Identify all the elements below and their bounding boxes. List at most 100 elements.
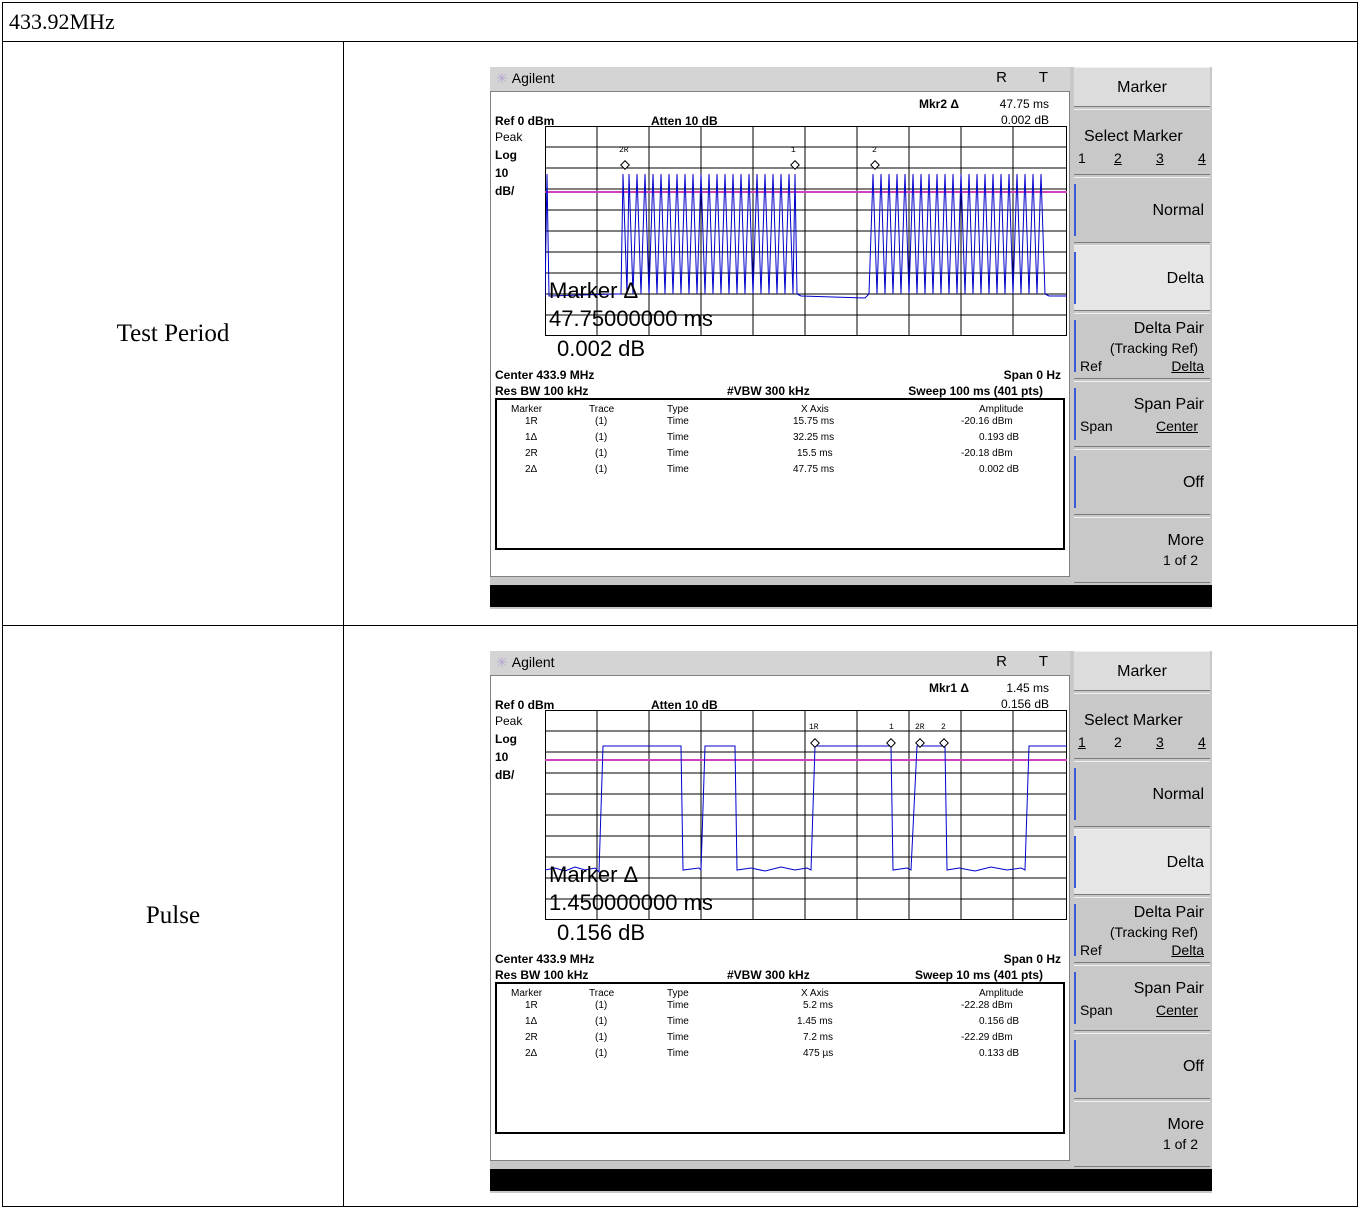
bracket-icon	[1074, 836, 1079, 888]
scale-unit: dB/	[495, 184, 515, 198]
marker-readout-time: 47.75 ms	[999, 97, 1049, 111]
delta-pair-button[interactable]: Delta Pair (Tracking Ref) Ref Delta	[1074, 313, 1210, 379]
table-row: 1R (1) Time 5.2 ms -22.28 dBm	[497, 1000, 1063, 1016]
bracket-icon	[1074, 320, 1079, 372]
cell-trace: (1)	[595, 1032, 608, 1043]
span-value: Span 0 Hz	[1003, 368, 1061, 382]
cell-type: Time	[667, 432, 689, 443]
status-bar	[490, 1169, 1212, 1191]
cell-amplitude: 0.156 dB	[979, 1016, 1020, 1027]
select-marker-4: 4	[1198, 150, 1206, 166]
cell-marker: 1R	[525, 1000, 538, 1011]
normal-label: Normal	[1152, 202, 1204, 219]
analyzer-title-bar: ✳ Agilent R T	[490, 651, 1070, 675]
select-marker-button[interactable]: Select Marker 1 2 3 4	[1074, 109, 1210, 175]
cell-amplitude: 0.133 dB	[979, 1048, 1020, 1059]
softkey-menu-title: Marker	[1074, 651, 1210, 691]
ref-label: Ref	[1080, 942, 1102, 958]
bracket-icon	[1074, 1040, 1079, 1092]
marker-2r: 2R	[619, 146, 630, 170]
softkey-panel: Marker Select Marker 1 2 3 4 Normal Delt…	[1074, 67, 1212, 583]
cell-type: Time	[667, 1048, 689, 1059]
normal-button[interactable]: Normal	[1074, 177, 1210, 243]
select-marker-1: 1	[1078, 734, 1086, 750]
off-label: Off	[1182, 474, 1204, 491]
delta-button[interactable]: Delta	[1074, 829, 1210, 895]
sweep-time: Sweep 100 ms (401 pts)	[908, 384, 1043, 398]
center-label: Center	[1155, 1002, 1198, 1018]
delta-label: Delta	[1166, 270, 1204, 287]
overlay-marker-time: 47.75000000 ms	[549, 306, 713, 331]
resolution-bandwidth: Res BW 100 kHz	[495, 384, 589, 398]
normal-button[interactable]: Normal	[1074, 761, 1210, 827]
marker-2-label: 2	[941, 723, 946, 732]
softkey-panel: Marker Select Marker 1 2 3 4 Normal Delt…	[1074, 651, 1212, 1167]
cell-marker: 2R	[525, 1032, 538, 1043]
scale-type: Log	[495, 732, 517, 746]
span-label: Span	[1080, 418, 1113, 434]
delta-button[interactable]: Delta	[1074, 245, 1210, 311]
col-type: Type	[667, 988, 689, 999]
bracket-icon	[1074, 184, 1079, 236]
bracket-icon	[1074, 972, 1079, 1024]
cell-type: Time	[667, 1016, 689, 1027]
scale-type: Log	[495, 148, 517, 162]
col-trace: Trace	[589, 404, 615, 415]
cell-marker: 1Δ	[525, 432, 538, 443]
cell-x-axis: 5.2 ms	[803, 1000, 834, 1011]
off-button[interactable]: Off	[1074, 1033, 1210, 1099]
cell-x-axis: 15.75 ms	[793, 416, 835, 427]
bracket-icon	[1074, 768, 1079, 820]
overlay-marker-amplitude: 0.002 dB	[557, 336, 646, 361]
span-pair-label: Span Pair	[1133, 396, 1204, 413]
marker-1r: 1R	[809, 723, 820, 748]
delta-sub-label: Delta	[1171, 358, 1204, 374]
marker-table: Marker Trace Type X Axis Amplitude 1R (1…	[495, 982, 1065, 1134]
cell-trace: (1)	[595, 448, 608, 459]
col-marker: Marker	[511, 988, 543, 999]
select-marker-4: 4	[1198, 734, 1206, 750]
col-x-axis: X Axis	[801, 404, 829, 415]
graticule-grid	[545, 710, 1067, 920]
cell-amplitude: -22.29 dBm	[961, 1032, 1013, 1043]
cell-amplitude: -20.16 dBm	[961, 416, 1013, 427]
delta-pair-button[interactable]: Delta Pair (Tracking Ref) Ref Delta	[1074, 897, 1210, 963]
rt-indicator: R T	[996, 653, 1062, 670]
overlay-marker-title: Marker Δ	[549, 278, 639, 303]
span-pair-button[interactable]: Span Pair Span Center	[1074, 965, 1210, 1031]
cell-marker: 2Δ	[525, 464, 538, 475]
normal-label: Normal	[1152, 786, 1204, 803]
select-marker-3: 3	[1156, 734, 1164, 750]
off-label: Off	[1182, 1058, 1204, 1075]
col-marker: Marker	[511, 404, 543, 415]
cell-trace: (1)	[595, 416, 608, 427]
cell-trace: (1)	[595, 1048, 608, 1059]
more-page-label: 1 of 2	[1162, 1136, 1198, 1152]
col-amplitude: Amplitude	[979, 988, 1024, 999]
more-button[interactable]: More 1 of 2	[1074, 1101, 1210, 1167]
cell-x-axis: 1.45 ms	[797, 1016, 833, 1027]
span-pair-button[interactable]: Span Pair Span Center	[1074, 381, 1210, 447]
cell-amplitude: 0.002 dB	[979, 464, 1020, 475]
more-button[interactable]: More 1 of 2	[1074, 517, 1210, 583]
cell-trace: (1)	[595, 464, 608, 475]
marker-1r-label: 1R	[809, 723, 819, 732]
cell-type: Time	[667, 1032, 689, 1043]
col-trace: Trace	[589, 988, 615, 999]
col-type: Type	[667, 404, 689, 415]
off-button[interactable]: Off	[1074, 449, 1210, 515]
table-row: 1Δ (1) Time 1.45 ms 0.156 dB	[497, 1016, 1063, 1032]
col-x-axis: X Axis	[801, 988, 829, 999]
marker-readout-amplitude: 0.002 dB	[1000, 113, 1049, 127]
marker-2-label: 2	[872, 146, 877, 155]
video-bandwidth: #VBW 300 kHz	[727, 384, 810, 398]
agilent-logo-icon: ✳	[496, 70, 508, 86]
table-row: 1Δ (1) Time 32.25 ms 0.193 dB	[497, 432, 1063, 448]
marker-2r-label: 2R	[915, 723, 925, 732]
spectrum-analyzer-screen: ✳ Agilent R T Mkr2 Δ 47.75 ms 0.002 dB Re…	[490, 67, 1212, 609]
cell-x-axis: 47.75 ms	[793, 464, 835, 475]
marker-2r-label: 2R	[619, 146, 629, 155]
delta-label: Delta	[1166, 854, 1204, 871]
select-marker-button[interactable]: Select Marker 1 2 3 4	[1074, 693, 1210, 759]
center-frequency: Center 433.9 MHz	[495, 952, 595, 966]
